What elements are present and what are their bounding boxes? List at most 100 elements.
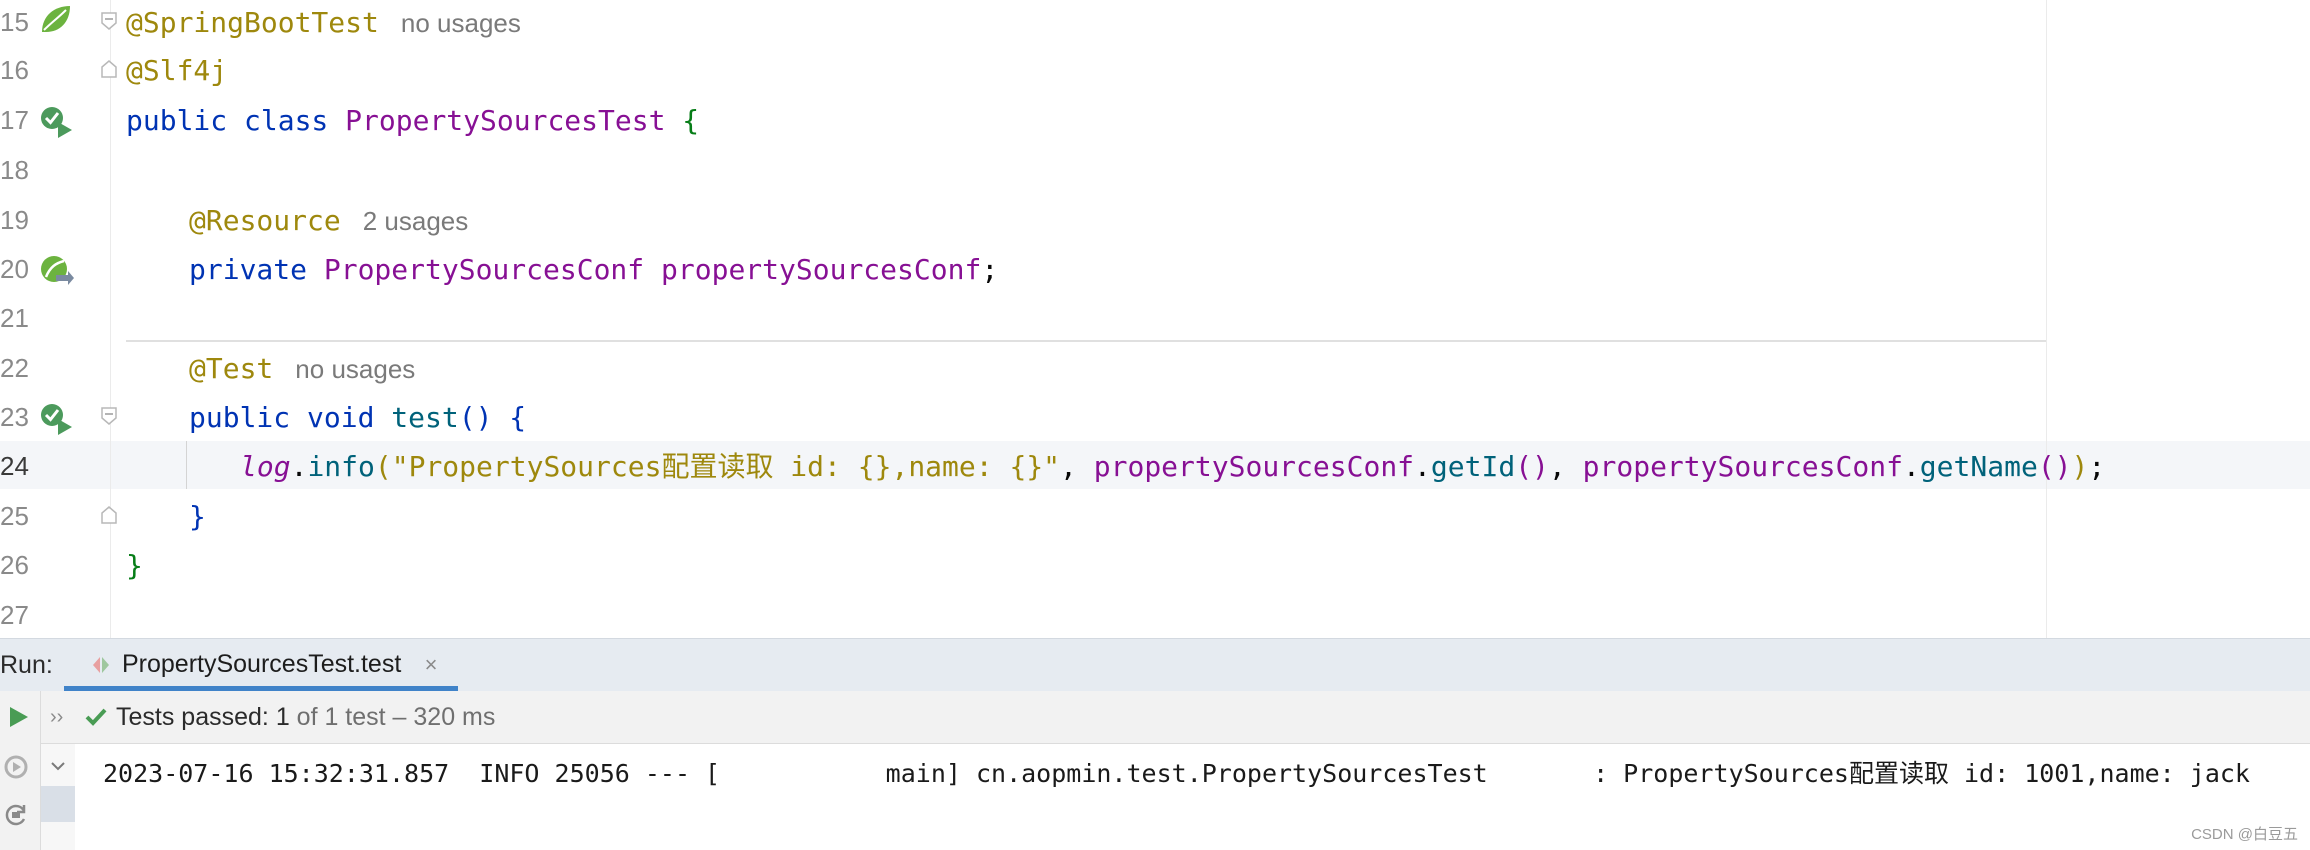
semicolon-token: ; — [2088, 450, 2106, 483]
brace-token: { — [665, 104, 700, 137]
code-text: @SpringBootTest no usages — [126, 0, 521, 47]
annotation-token: @Resource — [189, 204, 341, 237]
annotation-token: @Test — [189, 352, 274, 385]
brace-token: } — [189, 500, 206, 533]
fold-end-icon[interactable] — [100, 506, 118, 524]
console-log-line: 2023-07-16 15:32:31.857 INFO 25056 --- [… — [103, 759, 2250, 788]
dot-token: . — [290, 450, 308, 483]
code-line-22[interactable]: 22 @Test no usages — [0, 344, 2310, 393]
code-text: public class PropertySourcesTest { — [126, 96, 699, 145]
tests-passed-detail: of 1 test – 320 ms — [289, 703, 496, 731]
comma-token: , — [1548, 450, 1583, 483]
run-side-toolbar — [0, 691, 41, 850]
chevron-down-icon[interactable] — [48, 756, 68, 776]
tests-passed-status: Tests passed: 1 of 1 test – 320 ms — [116, 691, 495, 743]
code-line-20[interactable]: 20 private PropertySourcesConf propertyS… — [0, 245, 2310, 294]
brace-token: { — [492, 401, 527, 434]
console-output[interactable]: 2023-07-16 15:32:31.857 INFO 25056 --- [… — [41, 744, 2310, 850]
code-line-24[interactable]: 24 log.info("PropertySources配置读取 id: {},… — [0, 442, 2310, 491]
autowired-navigate-icon[interactable] — [38, 253, 74, 289]
run-tool-window-header: Run: PropertySourcesTest.test × — [0, 638, 2310, 691]
close-icon[interactable]: × — [418, 652, 444, 678]
code-line-26[interactable]: 26 } — [0, 541, 2310, 590]
code-text: } — [189, 492, 206, 541]
paren-token: ( — [374, 450, 392, 483]
line-number: 20 — [0, 254, 29, 284]
line-number: 27 — [0, 600, 29, 630]
code-text: } — [126, 541, 143, 590]
run-test-method-icon[interactable] — [38, 401, 74, 437]
annotation-token: @SpringBootTest — [126, 6, 379, 39]
field-token: propertySourcesConf — [1093, 450, 1415, 483]
run-test-class-icon[interactable] — [38, 104, 74, 140]
line-number: 26 — [0, 550, 29, 580]
code-text: private PropertySourcesConf propertySour… — [189, 245, 998, 294]
log-field-token: log — [240, 450, 291, 483]
code-text: log.info("PropertySources配置读取 id: {},nam… — [240, 442, 2105, 491]
keyword-token: public void — [189, 401, 392, 434]
code-text: @Resource 2 usages — [189, 196, 468, 245]
parens-token: () — [458, 401, 493, 434]
type-token: PropertySourcesConf — [323, 253, 645, 286]
test-run-icon — [93, 657, 109, 673]
code-editor[interactable]: 15 @SpringBootTest no usages 16 @Slf4j 17… — [0, 0, 2310, 638]
tests-passed-count: 1 — [275, 703, 290, 731]
test-results-toolbar: ›› Tests passed: 1 of 1 test – 320 ms — [0, 691, 2310, 744]
fold-end-icon[interactable] — [100, 60, 118, 78]
line-number: 23 — [0, 402, 29, 432]
line-number: 25 — [0, 501, 29, 531]
usages-hint[interactable]: no usages — [295, 354, 415, 384]
usages-hint[interactable]: 2 usages — [363, 206, 469, 236]
keyword-token: private — [189, 253, 324, 286]
tests-passed-label: Tests passed: — [116, 703, 276, 731]
code-line-15[interactable]: 15 @SpringBootTest no usages — [0, 0, 2310, 47]
code-line-16[interactable]: 16 @Slf4j — [0, 46, 2310, 95]
code-line-23[interactable]: 23 public void test() { — [0, 393, 2310, 442]
console-selected-marker — [41, 786, 75, 822]
method-name-token: test — [391, 401, 459, 434]
check-icon — [85, 708, 107, 726]
rerun-failed-icon[interactable] — [2, 753, 30, 781]
field-token: propertySourcesConf — [1582, 450, 1903, 483]
code-line-25[interactable]: 25 } — [0, 492, 2310, 541]
class-name-token: PropertySourcesTest — [345, 104, 666, 137]
run-label: Run: — [0, 651, 53, 679]
code-text: @Slf4j — [126, 46, 227, 95]
run-tab-propertysourcestest[interactable]: PropertySourcesTest.test × — [64, 639, 458, 691]
code-line-18[interactable]: 18 — [0, 146, 2310, 195]
annotation-token: @Slf4j — [126, 54, 228, 87]
line-number: 19 — [0, 205, 29, 235]
code-line-19[interactable]: 19 @Resource 2 usages — [0, 196, 2310, 245]
code-text: @Test no usages — [189, 344, 415, 393]
code-line-21[interactable]: 21 — [0, 294, 2310, 343]
field-token: propertySourcesConf — [644, 253, 982, 286]
usages-hint[interactable]: no usages — [401, 8, 521, 38]
line-number: 22 — [0, 353, 29, 383]
fold-marker-icon[interactable] — [100, 12, 118, 30]
watermark: CSDN @白豆五 — [2191, 826, 2298, 843]
line-number: 16 — [0, 55, 29, 85]
method-call-token: info — [307, 450, 375, 483]
code-line-17[interactable]: 17 public class PropertySourcesTest { — [0, 96, 2310, 145]
fold-marker-icon[interactable] — [100, 407, 118, 425]
line-number: 24 — [0, 451, 29, 481]
comma-token: , — [1060, 450, 1094, 483]
code-line-27[interactable]: 27 — [0, 591, 2310, 638]
rerun-icon[interactable] — [4, 703, 32, 731]
code-text: public void test() { — [189, 393, 526, 442]
toggle-auto-test-icon[interactable] — [2, 801, 30, 829]
expand-chevrons-icon[interactable]: ›› — [50, 691, 63, 743]
run-tab-label: PropertySourcesTest.test — [122, 650, 402, 678]
dot-token: . — [1414, 450, 1431, 483]
spring-bean-icon[interactable] — [38, 2, 74, 38]
method-call-token: getName — [1919, 450, 2038, 483]
paren-token: () — [1515, 450, 1549, 483]
paren-token: () — [2037, 450, 2072, 483]
line-number: 15 — [0, 7, 29, 37]
paren-token: ) — [2071, 450, 2089, 483]
method-call-token: getId — [1430, 450, 1516, 483]
line-number: 18 — [0, 155, 29, 185]
brace-token: } — [126, 549, 143, 582]
dot-token: . — [1902, 450, 1920, 483]
line-number: 21 — [0, 303, 29, 333]
